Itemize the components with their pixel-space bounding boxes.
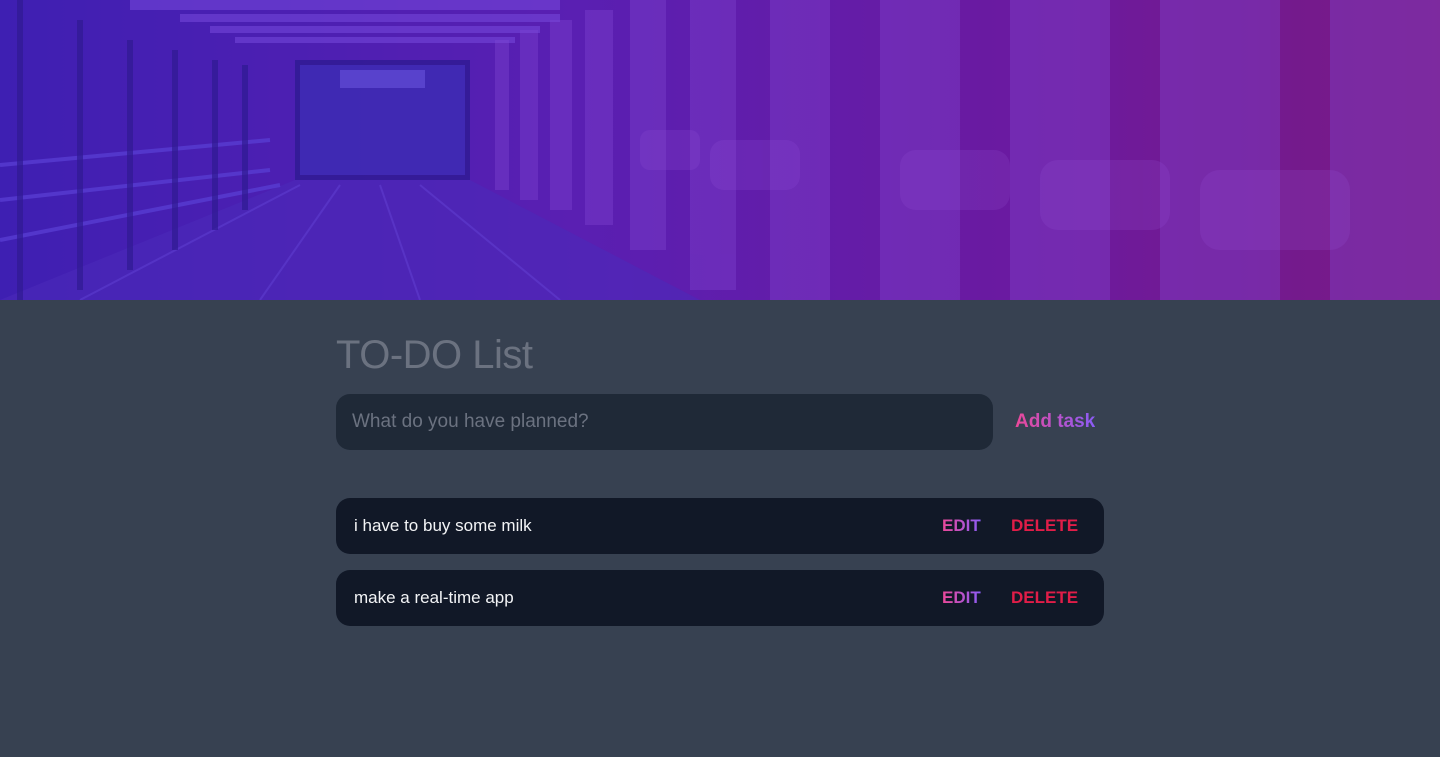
task-text: make a real-time app: [354, 588, 514, 607]
new-task-form: Add task: [336, 394, 1104, 450]
task-list: i have to buy some milk EDIT DELETE make…: [336, 498, 1104, 642]
page-title: TO-DO List: [336, 333, 533, 377]
new-task-input[interactable]: [336, 394, 993, 450]
add-task-button[interactable]: Add task: [1015, 394, 1095, 450]
edit-task-button[interactable]: EDIT: [942, 498, 981, 554]
task-item: i have to buy some milk EDIT DELETE: [336, 498, 1104, 554]
task-item: make a real-time app EDIT DELETE: [336, 570, 1104, 626]
edit-task-button[interactable]: EDIT: [942, 570, 981, 626]
header-banner-image: [0, 0, 1440, 300]
corridor-photo: [0, 0, 1440, 300]
delete-task-button[interactable]: DELETE: [1011, 570, 1078, 626]
delete-task-button[interactable]: DELETE: [1011, 498, 1078, 554]
task-text: i have to buy some milk: [354, 516, 532, 535]
